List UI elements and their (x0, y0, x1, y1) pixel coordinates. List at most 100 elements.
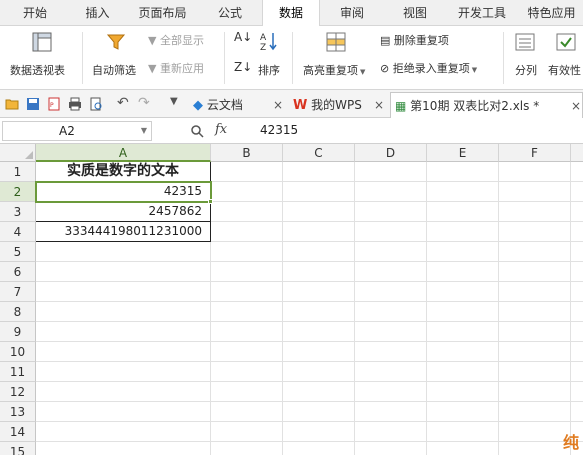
close-icon[interactable]: × (374, 92, 384, 118)
grid-cell[interactable] (36, 302, 211, 322)
reject-duplicates-button[interactable]: ⊘ 拒绝录入重复项 ▼ (380, 60, 477, 76)
grid-cell[interactable] (36, 242, 211, 262)
grid-cell[interactable] (571, 222, 583, 242)
grid-cell[interactable] (283, 322, 355, 342)
sort-descending-icon[interactable]: Z↓ (234, 60, 252, 74)
grid-cell[interactable] (211, 262, 283, 282)
grid-cell[interactable] (427, 162, 499, 182)
grid-cell[interactable] (427, 182, 499, 202)
tab-insert[interactable]: 插入 (70, 0, 125, 26)
grid-cell[interactable] (283, 402, 355, 422)
column-header-b[interactable]: B (211, 144, 283, 162)
grid-cell[interactable] (211, 322, 283, 342)
undo-icon[interactable]: ↶ (117, 95, 129, 111)
grid-cell[interactable] (283, 282, 355, 302)
cell-a1[interactable]: 实质是数字的文本 (36, 162, 211, 182)
column-header-d[interactable]: D (355, 144, 427, 162)
grid-cell[interactable] (499, 222, 571, 242)
grid-cell[interactable] (571, 162, 583, 182)
grid-cell[interactable] (355, 182, 427, 202)
grid-cell[interactable] (571, 322, 583, 342)
grid-cell[interactable] (427, 362, 499, 382)
grid-cell[interactable] (355, 302, 427, 322)
print-preview-icon[interactable] (89, 97, 103, 111)
column-header-a[interactable]: A (36, 144, 211, 162)
grid-cell[interactable] (211, 222, 283, 242)
grid-cell[interactable] (211, 202, 283, 222)
grid-cell[interactable] (36, 282, 211, 302)
delete-duplicates-button[interactable]: ▤ 删除重复项 (380, 32, 449, 48)
reapply-button[interactable]: ▼ 重新应用 (148, 60, 204, 76)
grid-cell[interactable] (499, 182, 571, 202)
tab-home[interactable]: 开始 (0, 0, 70, 26)
grid-cell[interactable] (427, 422, 499, 442)
zoom-icon[interactable] (190, 124, 204, 138)
grid-cell[interactable] (36, 322, 211, 342)
grid-cell[interactable] (283, 422, 355, 442)
grid-cell[interactable] (499, 362, 571, 382)
row-header-12[interactable]: 12 (0, 382, 36, 402)
grid-cell[interactable] (427, 282, 499, 302)
grid-cell[interactable] (36, 362, 211, 382)
grid-cell[interactable] (427, 382, 499, 402)
customize-dropdown-icon[interactable]: ▼ (170, 96, 178, 107)
grid-cell[interactable] (427, 222, 499, 242)
grid-cell[interactable] (211, 382, 283, 402)
grid-cell[interactable] (283, 342, 355, 362)
grid-cell[interactable] (355, 162, 427, 182)
grid-cell[interactable] (427, 402, 499, 422)
grid-cell[interactable] (283, 302, 355, 322)
chevron-down-icon[interactable]: ▼ (141, 122, 147, 140)
grid-cell[interactable] (211, 242, 283, 262)
grid-cell[interactable] (571, 202, 583, 222)
grid-cell[interactable] (36, 402, 211, 422)
grid-cell[interactable] (355, 442, 427, 455)
row-header-5[interactable]: 5 (0, 242, 36, 262)
row-header-2[interactable]: 2 (0, 182, 36, 202)
grid-cell[interactable] (571, 262, 583, 282)
insert-function-icon[interactable]: fx (215, 122, 227, 137)
grid-cell[interactable] (355, 282, 427, 302)
row-header-7[interactable]: 7 (0, 282, 36, 302)
grid-cell[interactable] (36, 262, 211, 282)
tab-special-apps[interactable]: 特色应用 (520, 0, 583, 26)
tab-view[interactable]: 视图 (385, 0, 445, 26)
grid-cell[interactable] (211, 442, 283, 455)
grid-cell[interactable] (571, 362, 583, 382)
grid-cell[interactable] (283, 262, 355, 282)
grid-cell[interactable] (499, 442, 571, 455)
row-header-10[interactable]: 10 (0, 342, 36, 362)
grid-cell[interactable] (355, 242, 427, 262)
row-header-1[interactable]: 1 (0, 162, 36, 182)
grid-cell[interactable] (36, 342, 211, 362)
row-header-14[interactable]: 14 (0, 422, 36, 442)
grid-cell[interactable] (499, 382, 571, 402)
grid-cell[interactable] (499, 162, 571, 182)
cell-a3[interactable]: 2457862 (36, 202, 211, 222)
grid-cell[interactable] (571, 402, 583, 422)
row-header-6[interactable]: 6 (0, 262, 36, 282)
grid-cell[interactable] (355, 402, 427, 422)
grid-cell[interactable] (283, 182, 355, 202)
grid-cell[interactable] (355, 322, 427, 342)
grid-cell[interactable] (571, 342, 583, 362)
show-all-button[interactable]: ▼ 全部显示 (148, 32, 204, 48)
grid-cell[interactable] (499, 422, 571, 442)
grid-cell[interactable] (499, 242, 571, 262)
grid-cell[interactable] (355, 422, 427, 442)
doc-tab-cloud[interactable]: ◆ 云文档 × (193, 92, 288, 118)
grid-cell[interactable] (283, 362, 355, 382)
row-header-11[interactable]: 11 (0, 362, 36, 382)
grid-cell[interactable] (571, 182, 583, 202)
save-icon[interactable] (26, 97, 40, 111)
grid-cell[interactable] (283, 382, 355, 402)
row-header-3[interactable]: 3 (0, 202, 36, 222)
grid-cell[interactable] (427, 322, 499, 342)
grid-cell[interactable] (283, 162, 355, 182)
cell-a4[interactable]: 333444198011231000 (36, 222, 211, 242)
grid-cell[interactable] (571, 282, 583, 302)
column-header-f[interactable]: F (499, 144, 571, 162)
row-header-4[interactable]: 4 (0, 222, 36, 242)
grid-cell[interactable] (427, 302, 499, 322)
grid-cell[interactable] (427, 202, 499, 222)
